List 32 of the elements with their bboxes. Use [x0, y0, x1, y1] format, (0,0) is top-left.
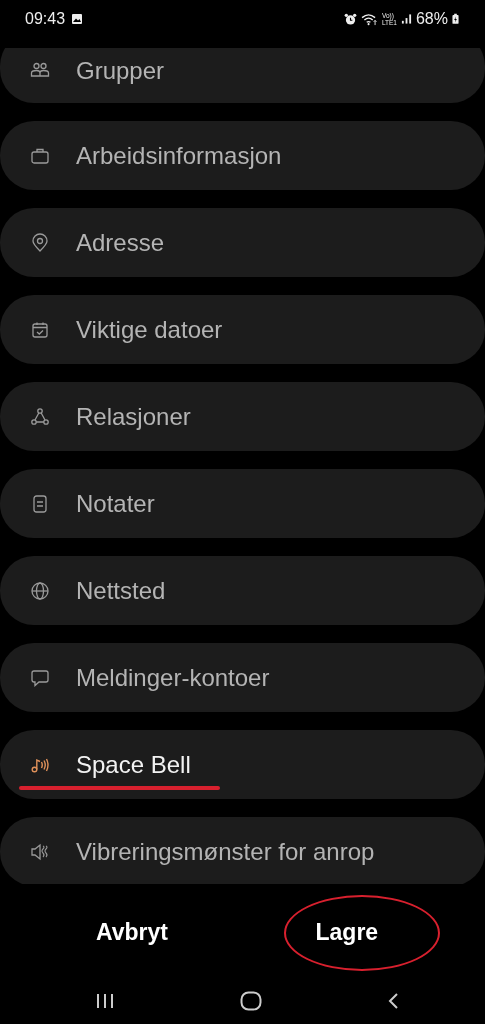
field-row[interactable]: Vibreringsmønster for anrop [0, 817, 485, 884]
field-row[interactable]: Nettsted [0, 556, 485, 625]
alarm-icon [343, 12, 357, 26]
battery-icon [452, 13, 459, 25]
field-row[interactable]: Notater [0, 469, 485, 538]
signal-icon [400, 13, 412, 25]
field-row[interactable]: Meldinger-kontoer [0, 643, 485, 712]
recent-apps-icon[interactable] [95, 993, 115, 1009]
field-label: Meldinger-kontoer [76, 663, 270, 692]
field-row[interactable]: Adresse [0, 208, 485, 277]
field-row[interactable]: Arbeidsinformasjon [0, 121, 485, 190]
field-label: Vibreringsmønster for anrop [76, 837, 375, 866]
save-button[interactable]: Lagre [315, 914, 379, 950]
cancel-button[interactable]: Avbryt [96, 914, 168, 950]
field-label: Viktige datoer [76, 315, 223, 344]
field-label: Relasjoner [76, 402, 191, 431]
field-row[interactable]: Relasjoner [0, 382, 485, 451]
field-label: Nettsted [76, 576, 166, 605]
wifi-icon [360, 12, 378, 26]
battery-percent: 68% [415, 10, 448, 28]
field-label: Notater [76, 489, 155, 518]
image-icon [71, 13, 84, 25]
field-label: Grupper [76, 56, 165, 85]
field-row[interactable]: Space Bell [0, 730, 485, 799]
field-label: Adresse [76, 228, 165, 257]
field-label: Space Bell [76, 750, 191, 779]
field-label: Arbeidsinformasjon [76, 141, 282, 170]
field-row[interactable]: Grupper [0, 48, 485, 103]
back-icon[interactable] [387, 992, 399, 1010]
field-row[interactable]: Viktige datoer [0, 295, 485, 364]
clock-time: 09:43 [25, 10, 66, 28]
home-icon[interactable] [240, 991, 262, 1011]
